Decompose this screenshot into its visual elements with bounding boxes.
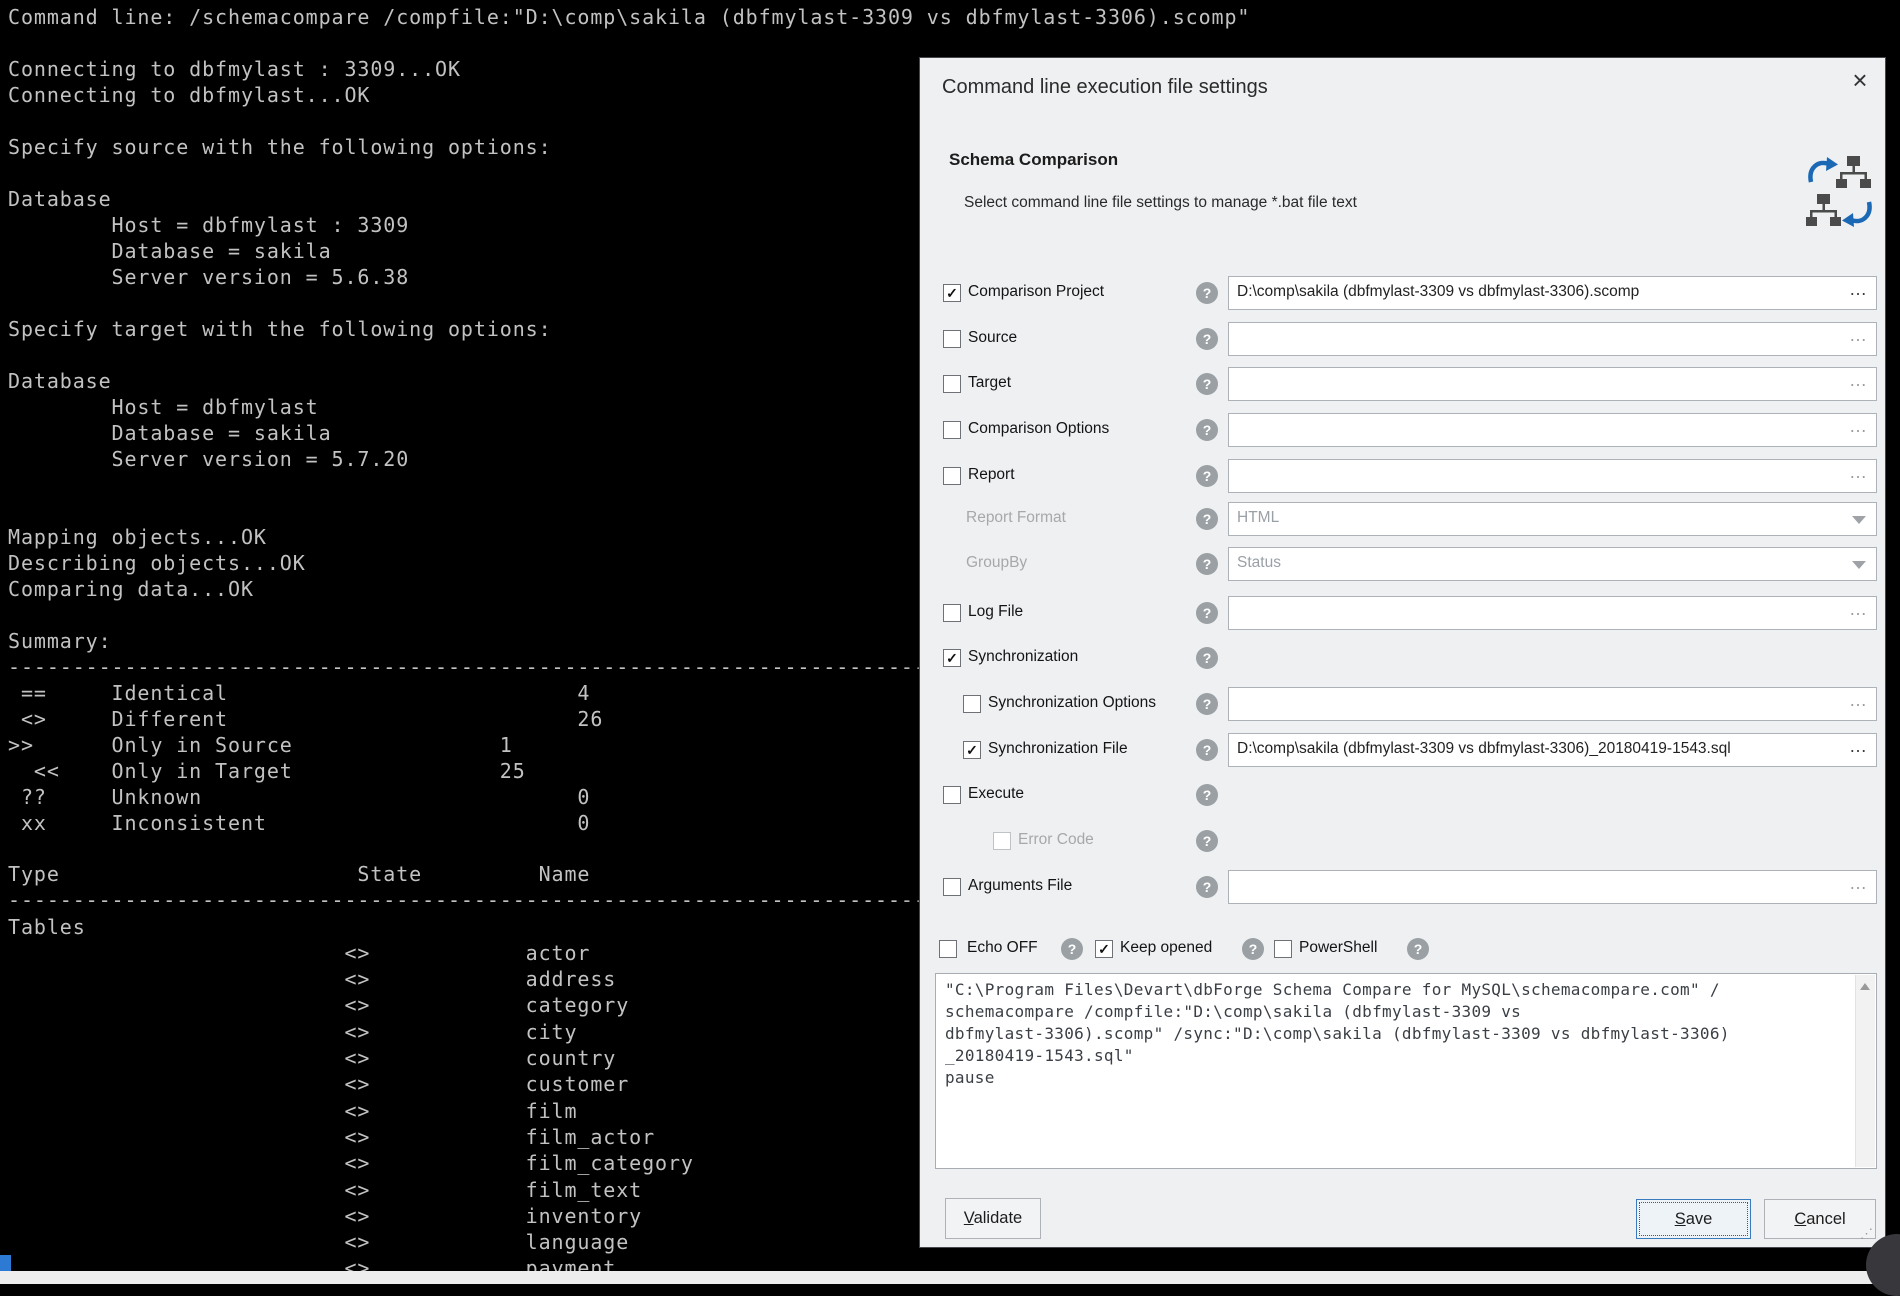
powershell-help-icon[interactable]: ?: [1407, 938, 1429, 960]
report-format-dropdown-arrow-icon: [1852, 516, 1866, 524]
synchronization-file-label: Synchronization File: [988, 740, 1128, 758]
arguments-file-checkbox[interactable]: [943, 878, 961, 896]
row-log-file: Log File? …: [920, 596, 1887, 630]
row-comparison-project: ✓ Comparison Project? D:\comp\sakila (dbfm…: [920, 276, 1887, 310]
arguments-file-help-icon[interactable]: ?: [1196, 876, 1218, 898]
groupby-label: GroupBy: [966, 554, 1027, 572]
synchronization-file-input[interactable]: D:\comp\sakila (dbfmylast-3309 vs dbfmyl…: [1228, 733, 1877, 767]
execute-checkbox[interactable]: [943, 786, 961, 804]
row-report-format: Report Format? HTML: [920, 502, 1887, 536]
source-checkbox[interactable]: [943, 330, 961, 348]
row-target: Target? …: [920, 367, 1887, 401]
execute-help-icon[interactable]: ?: [1196, 784, 1218, 806]
arguments-file-label: Arguments File: [968, 877, 1072, 895]
row-source: Source? …: [920, 322, 1887, 356]
target-input[interactable]: …: [1228, 367, 1877, 401]
comparison-options-browse-button[interactable]: …: [1849, 416, 1868, 437]
report-format-label: Report Format: [966, 509, 1066, 527]
comparison-project-help-icon[interactable]: ?: [1196, 282, 1218, 304]
synchronization-checkbox[interactable]: ✓: [943, 649, 961, 667]
source-input[interactable]: …: [1228, 322, 1877, 356]
row-synchronization-options: Synchronization Options? …: [920, 687, 1887, 721]
comparison-options-help-icon[interactable]: ?: [1196, 419, 1218, 441]
synchronization-options-input[interactable]: …: [1228, 687, 1877, 721]
report-format-help-icon[interactable]: ?: [1196, 508, 1218, 530]
bottom-left-blue-chip: [0, 1255, 11, 1271]
row-arguments-file: Arguments File? …: [920, 870, 1887, 904]
bat-file-text: "C:\Program Files\Devart\dbForge Schema …: [945, 979, 1730, 1089]
comparison-options-input[interactable]: …: [1228, 413, 1877, 447]
bat-scrollbar[interactable]: [1855, 975, 1875, 1167]
bat-file-text-area[interactable]: "C:\Program Files\Devart\dbForge Schema …: [935, 973, 1877, 1169]
log-file-help-icon[interactable]: ?: [1196, 602, 1218, 624]
validate-button[interactable]: Validate: [945, 1198, 1041, 1239]
execute-label: Execute: [968, 785, 1024, 803]
comparison-options-label: Comparison Options: [968, 420, 1109, 438]
comparison-project-checkbox[interactable]: ✓: [943, 284, 961, 302]
synchronization-label: Synchronization: [968, 648, 1078, 666]
row-report: Report? …: [920, 459, 1887, 493]
schema-comparison-heading: Schema Comparison: [949, 150, 1118, 170]
dialog-subheading: Select command line file settings to man…: [964, 194, 1357, 212]
report-label: Report: [968, 466, 1015, 484]
source-label: Source: [968, 329, 1017, 347]
row-comparison-options: Comparison Options? …: [920, 413, 1887, 447]
scroll-up-icon[interactable]: [1860, 983, 1870, 990]
console-output-table: Type State Name ------------------------…: [8, 861, 966, 1282]
powershell-checkbox[interactable]: [1274, 940, 1292, 958]
row-execute: Execute?: [920, 778, 1887, 812]
arguments-file-browse-button[interactable]: …: [1849, 873, 1868, 894]
synchronization-help-icon[interactable]: ?: [1196, 647, 1218, 669]
row-synchronization: ✓ Synchronization?: [920, 641, 1887, 675]
groupby-dropdown-arrow-icon: [1852, 561, 1866, 569]
log-file-browse-button[interactable]: …: [1849, 599, 1868, 620]
report-checkbox[interactable]: [943, 467, 961, 485]
report-format-combo: HTML: [1228, 502, 1877, 536]
synchronization-file-browse-button[interactable]: …: [1849, 736, 1868, 757]
source-browse-button[interactable]: …: [1849, 325, 1868, 346]
synchronization-options-checkbox[interactable]: [963, 695, 981, 713]
row-synchronization-file: ✓ Synchronization File? D:\comp\sakila (db…: [920, 733, 1887, 767]
synchronization-file-help-icon[interactable]: ?: [1196, 739, 1218, 761]
save-button[interactable]: Save: [1636, 1199, 1751, 1239]
schema-compare-sync-icon: [1806, 154, 1874, 235]
groupby-combo: Status: [1228, 547, 1877, 581]
bottom-check-powershell: PowerShell?: [920, 932, 1887, 966]
log-file-input[interactable]: …: [1228, 596, 1877, 630]
error-code-help-icon[interactable]: ?: [1196, 830, 1218, 852]
powershell-label: PowerShell: [1299, 939, 1377, 957]
comparison-project-label: Comparison Project: [968, 283, 1104, 301]
source-help-icon[interactable]: ?: [1196, 328, 1218, 350]
synchronization-file-checkbox[interactable]: ✓: [963, 741, 981, 759]
error-code-checkbox: [993, 832, 1011, 850]
synchronization-options-browse-button[interactable]: …: [1849, 690, 1868, 711]
target-help-icon[interactable]: ?: [1196, 373, 1218, 395]
bottom-window-strip: [0, 1271, 1900, 1284]
report-help-icon[interactable]: ?: [1196, 465, 1218, 487]
command-line-execution-settings-dialog: Command line execution file settings × S…: [919, 57, 1886, 1248]
comparison-options-checkbox[interactable]: [943, 421, 961, 439]
target-checkbox[interactable]: [943, 375, 961, 393]
log-file-label: Log File: [968, 603, 1023, 621]
comparison-project-browse-button[interactable]: …: [1849, 279, 1868, 300]
synchronization-options-label: Synchronization Options: [988, 694, 1156, 712]
log-file-checkbox[interactable]: [943, 604, 961, 622]
resize-grip[interactable]: ⋰: [1860, 1226, 1873, 1242]
dialog-title: Command line execution file settings: [942, 76, 1268, 99]
comparison-project-input[interactable]: D:\comp\sakila (dbfmylast-3309 vs dbfmyl…: [1228, 276, 1877, 310]
error-code-label: Error Code: [1018, 831, 1094, 849]
report-browse-button[interactable]: …: [1849, 462, 1868, 483]
row-groupby: GroupBy? Status: [920, 547, 1887, 581]
arguments-file-input[interactable]: …: [1228, 870, 1877, 904]
close-icon[interactable]: ×: [1844, 64, 1876, 96]
groupby-help-icon[interactable]: ?: [1196, 553, 1218, 575]
synchronization-options-help-icon[interactable]: ?: [1196, 693, 1218, 715]
report-input[interactable]: …: [1228, 459, 1877, 493]
row-error-code: Error Code?: [920, 824, 1887, 858]
target-browse-button[interactable]: …: [1849, 370, 1868, 391]
target-label: Target: [968, 374, 1011, 392]
